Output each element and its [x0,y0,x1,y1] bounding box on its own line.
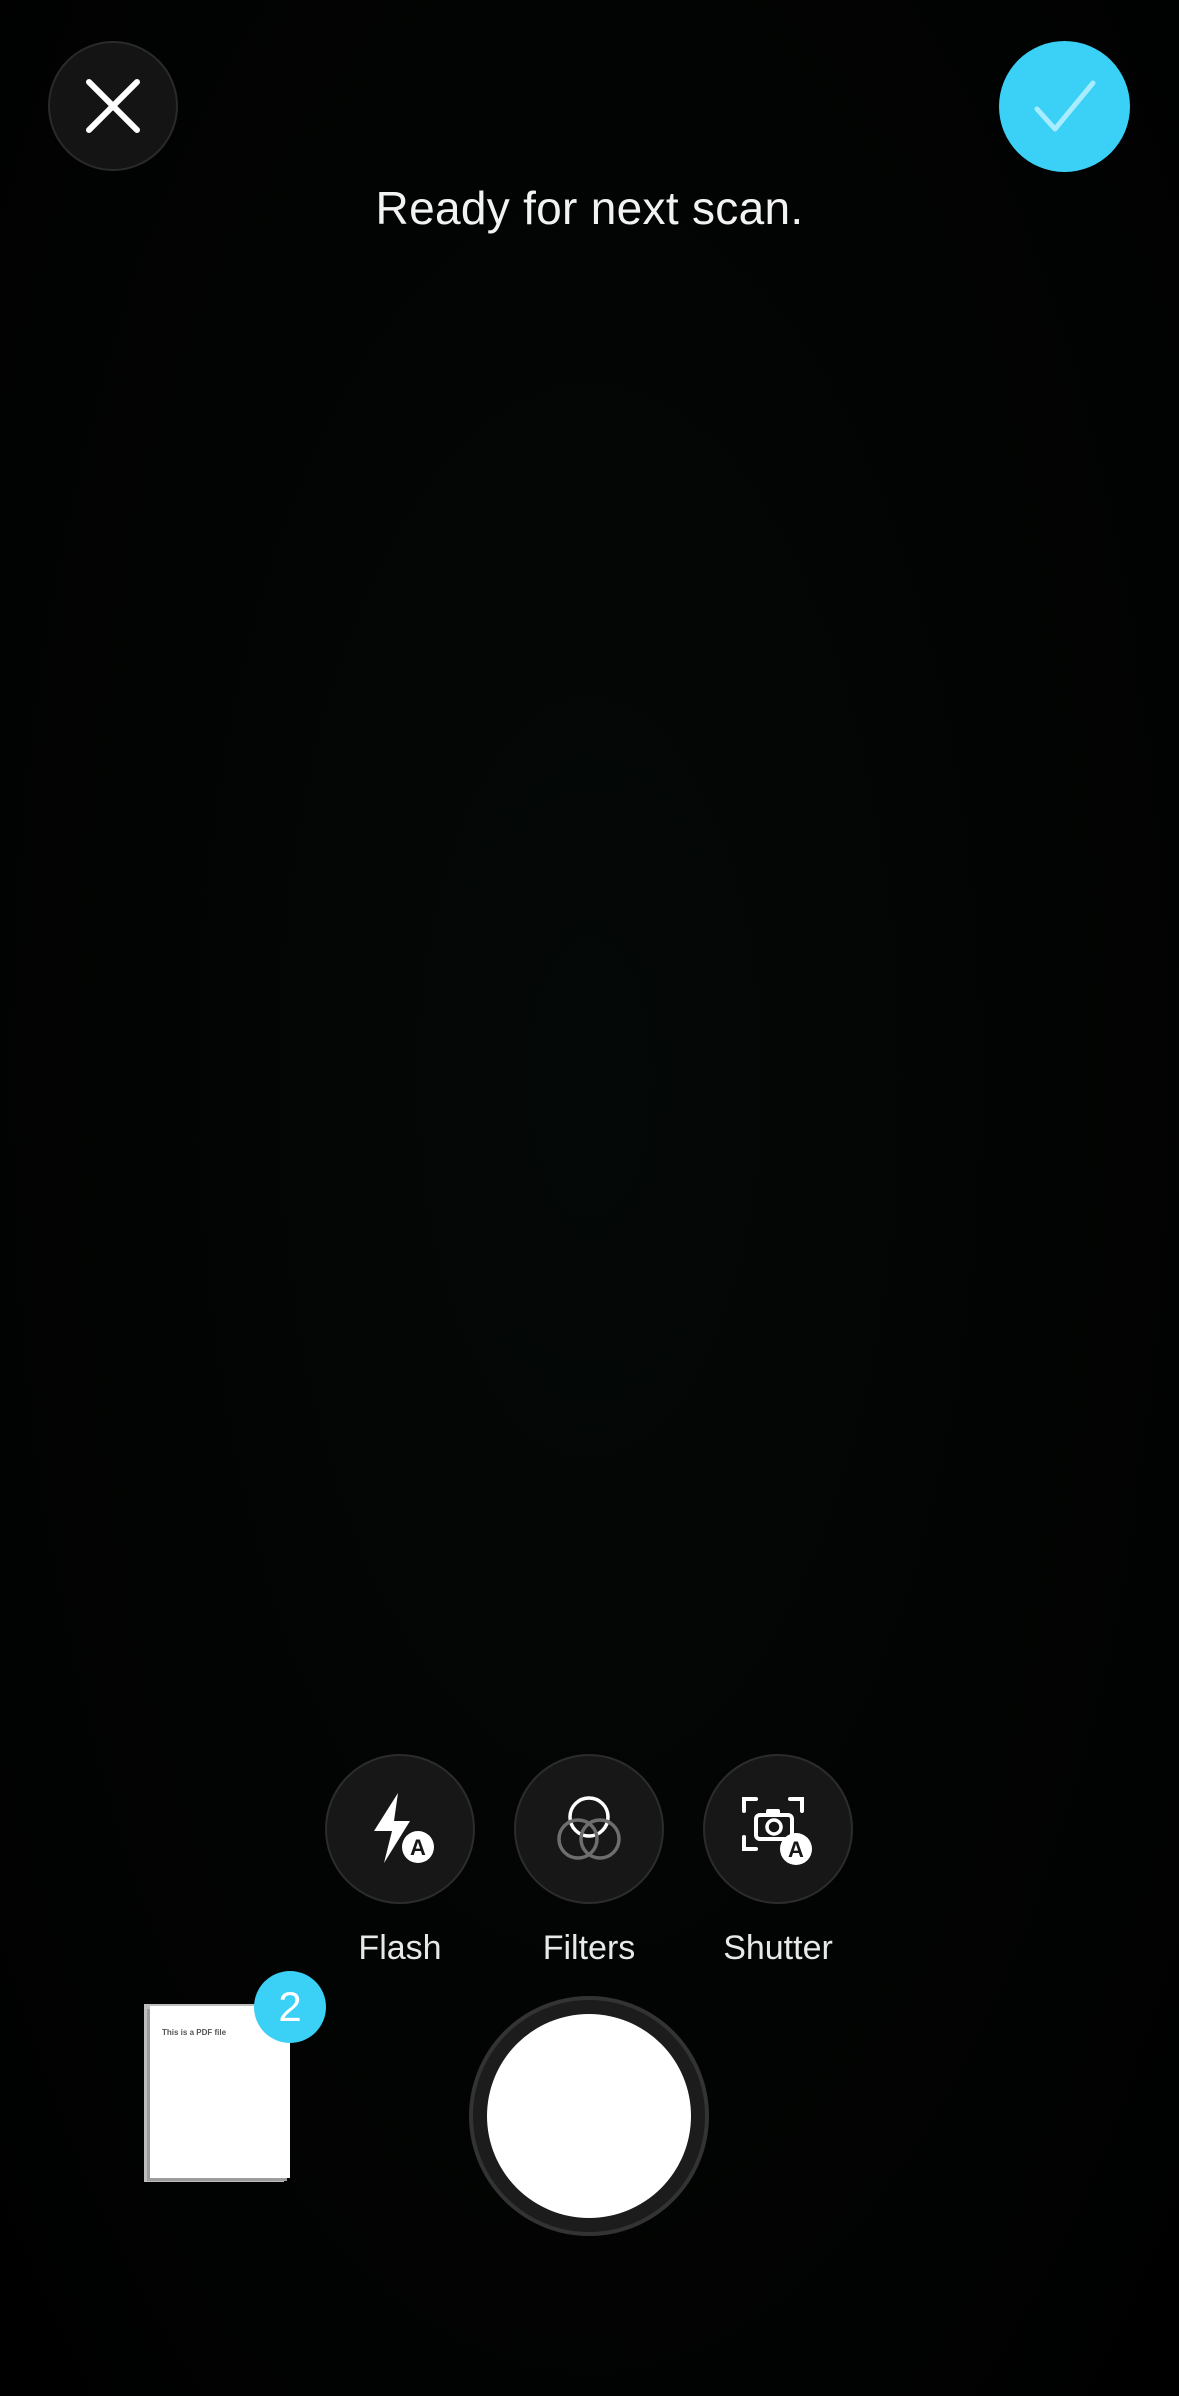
done-button[interactable] [999,41,1130,172]
scan-status-text: Ready for next scan. [375,182,804,234]
filters-tool[interactable]: Filters [514,1754,664,1970]
capture-button[interactable] [469,1996,709,2236]
flash-tool[interactable]: A Flash [325,1754,475,1970]
close-button[interactable] [48,41,178,171]
page-count-badge: 2 [254,1971,326,2043]
thumbnail-page-text: This is a PDF file [162,2028,227,2037]
checkmark-icon [1034,80,1095,131]
flash-button[interactable]: A [325,1754,475,1904]
filters-icon [557,1796,621,1860]
filters-label: Filters [542,1929,636,1967]
capture-button-inner [487,2014,691,2218]
shutter-mode-tool[interactable]: A Shutter [703,1754,853,1970]
scanned-pages-thumbnail[interactable]: This is a PDF file 2 [140,1968,330,2218]
flash-auto-icon: A [374,1793,434,1863]
svg-text:A: A [788,1837,804,1862]
shutter-mode-label: Shutter [723,1929,833,1967]
flash-label: Flash [358,1929,442,1967]
svg-text:A: A [410,1835,426,1860]
shutter-mode-button[interactable]: A [703,1754,853,1904]
filters-button[interactable] [514,1754,664,1904]
close-icon [86,79,140,133]
auto-shutter-icon: A [742,1797,812,1865]
